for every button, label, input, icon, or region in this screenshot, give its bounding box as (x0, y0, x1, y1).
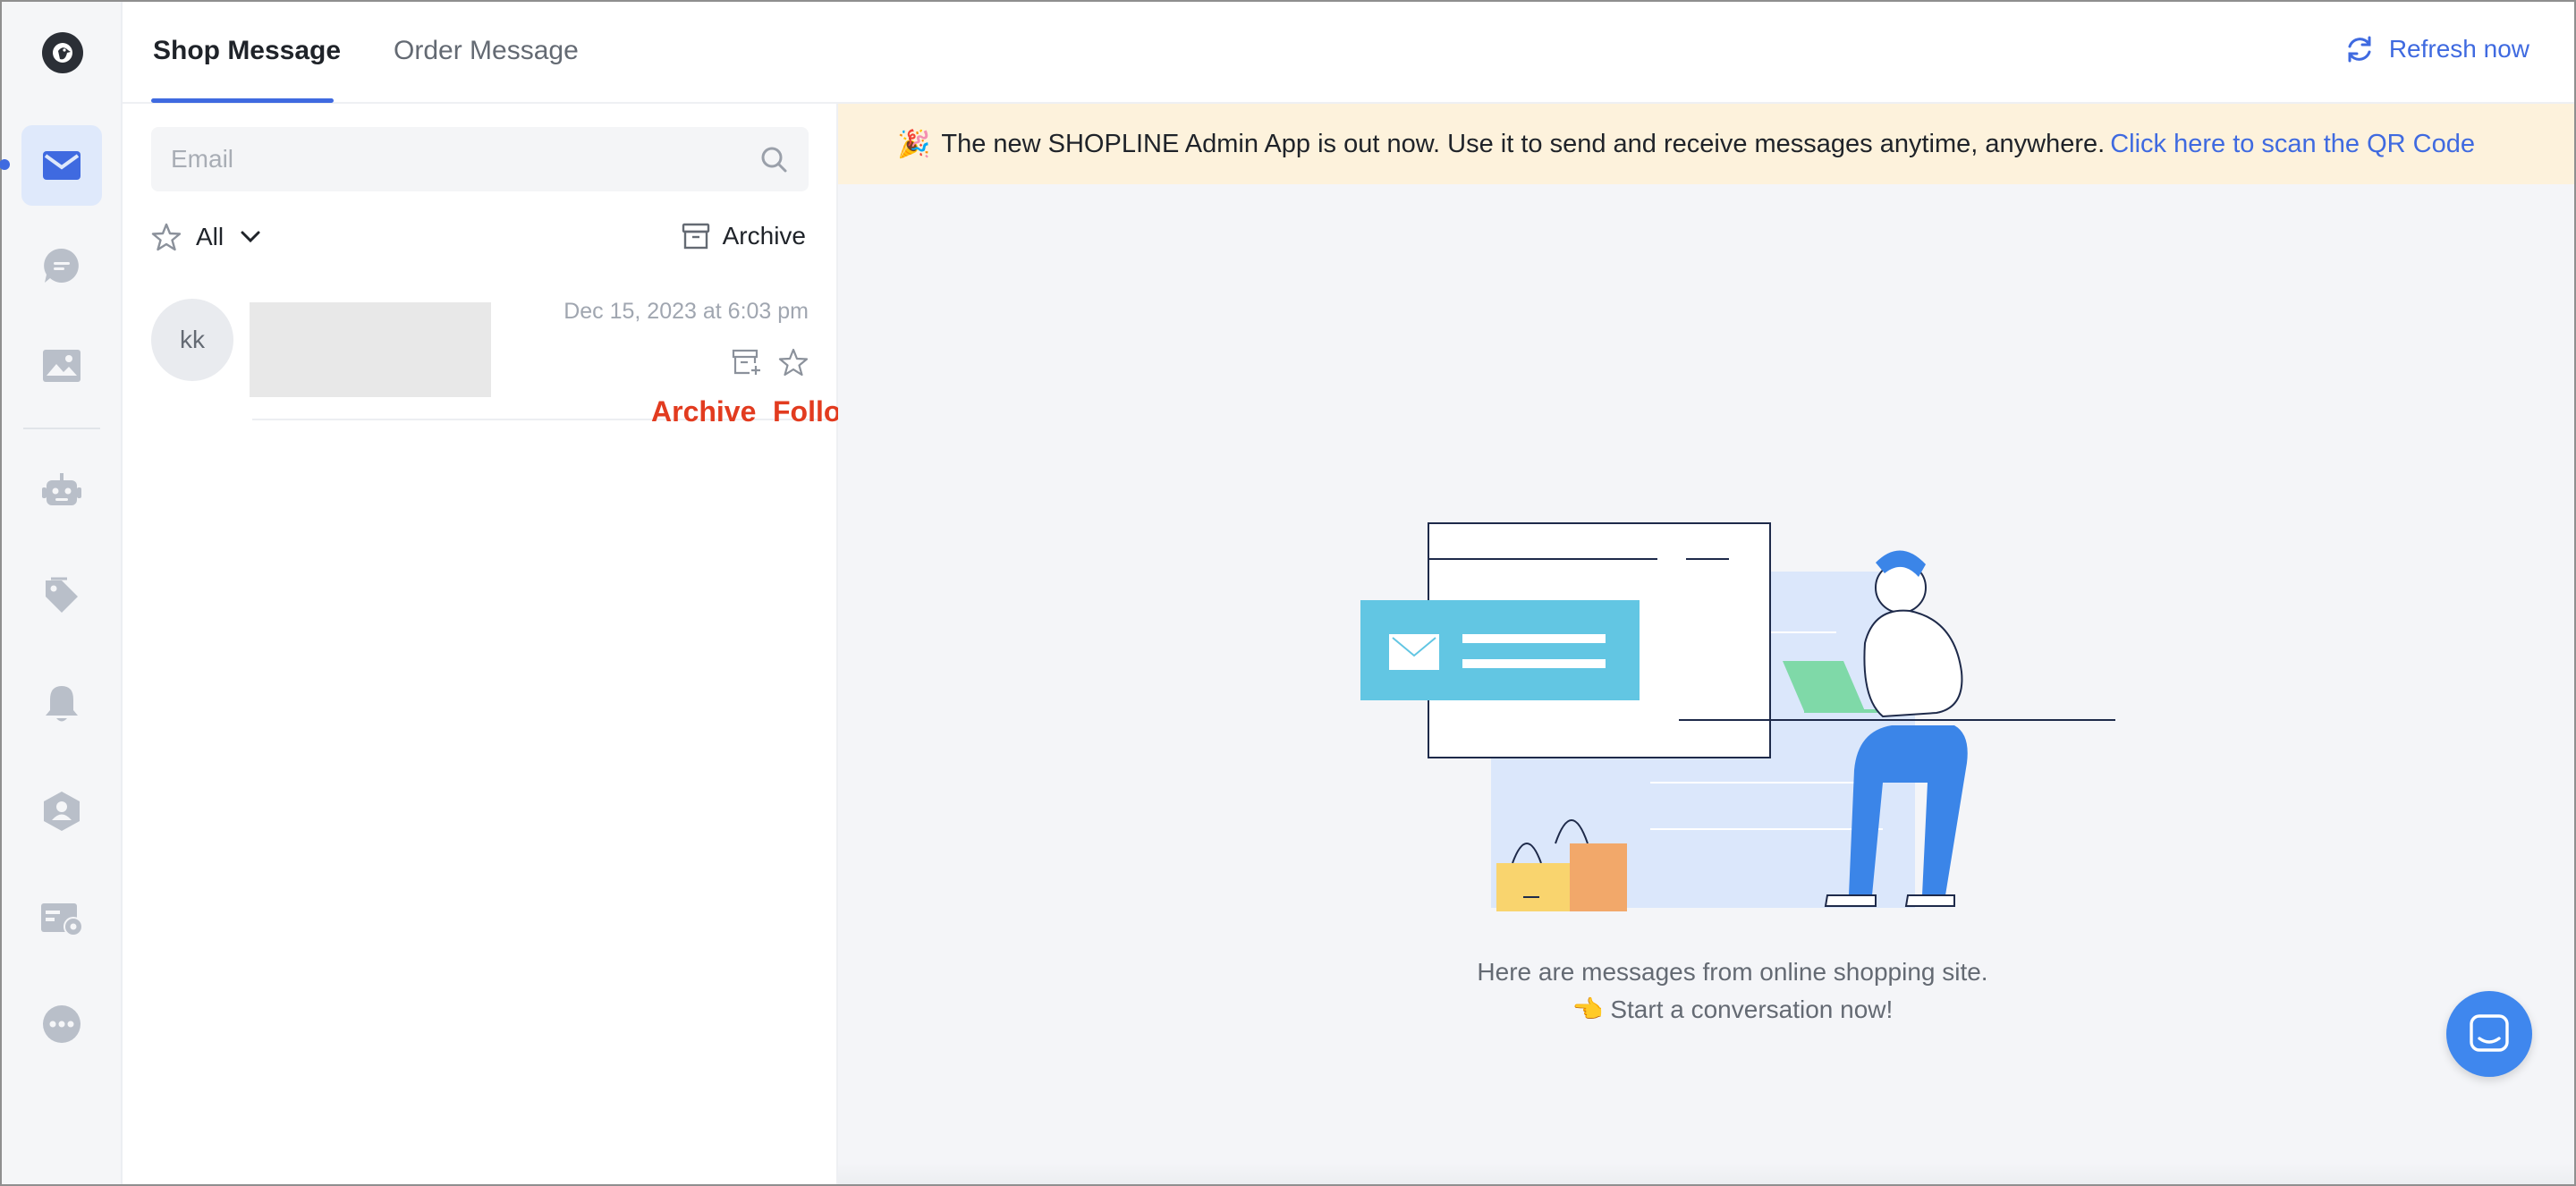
active-indicator-dot (0, 159, 10, 170)
sidebar-item-media[interactable] (21, 326, 102, 406)
robot-icon (42, 473, 81, 505)
sidebar-item-messages[interactable] (21, 125, 102, 206)
conversation-actions (716, 347, 809, 377)
active-tab-underline (151, 98, 334, 103)
search-input[interactable] (151, 127, 809, 191)
bottom-shade (838, 1163, 2574, 1184)
conversation-list-panel: All Archive kk Dec 15, 2023 at 6:03 pm (123, 104, 838, 1184)
avatar: kk (151, 299, 233, 381)
empty-state-line-2: Start a conversation now! (1610, 995, 1894, 1023)
rail-divider (23, 428, 100, 429)
app-promo-banner: 🎉 The new SHOPLINE Admin App is out now.… (838, 104, 2574, 184)
sidebar-item-more[interactable] (21, 984, 102, 1064)
empty-state-line-1: Here are messages from online shopping s… (1477, 958, 1988, 986)
star-outline-icon (778, 348, 809, 377)
tag-icon (46, 577, 78, 613)
sidebar-rail (0, 2, 123, 1184)
bird-logo-icon[interactable] (42, 32, 83, 73)
archive-label: Archive (722, 222, 806, 250)
archive-conversation-button[interactable] (732, 349, 762, 376)
empty-state-illustration (1360, 522, 2115, 911)
sidebar-item-tags[interactable] (21, 556, 102, 637)
pointing-hand-icon: 👈 (1572, 995, 1604, 1023)
sidebar-item-notifications[interactable] (21, 664, 102, 744)
chevron-down-icon (241, 231, 260, 243)
conversation-preview-redacted (250, 302, 491, 397)
filter-dropdown[interactable]: All (151, 222, 261, 252)
refresh-label: Refresh now (2388, 35, 2529, 63)
image-icon (43, 350, 80, 382)
qr-code-link[interactable]: Click here to scan the QR Code (2110, 130, 2475, 159)
mail-icon (43, 151, 80, 180)
sidebar-item-bot[interactable] (21, 449, 102, 529)
annotation-archive: Archive (651, 395, 757, 428)
more-dots-icon (43, 1005, 80, 1043)
refresh-icon (2348, 36, 2371, 63)
search-icon (761, 147, 787, 173)
top-header: Shop Message Order Message Refresh now (123, 2, 2574, 104)
sidebar-item-customers[interactable] (21, 771, 102, 851)
archive-list-button[interactable]: Archive (682, 222, 806, 250)
archive-add-icon (732, 349, 760, 375)
follow-up-button[interactable] (778, 347, 809, 377)
star-outline-icon (151, 223, 182, 251)
main-content: 🎉 The new SHOPLINE Admin App is out now.… (838, 104, 2574, 1184)
card-settings-icon (41, 903, 83, 936)
user-shield-icon (44, 792, 80, 831)
tab-shop-message[interactable]: Shop Message (153, 36, 341, 102)
live-chat-button[interactable] (2446, 991, 2532, 1077)
filter-label: All (196, 223, 225, 250)
bell-icon (46, 686, 78, 722)
party-popper-icon: 🎉 (897, 129, 931, 159)
tab-order-message[interactable]: Order Message (394, 36, 579, 102)
empty-state-message: Here are messages from online shopping s… (838, 953, 2576, 1029)
archive-box-icon (682, 223, 709, 250)
conversation-timestamp: Dec 15, 2023 at 6:03 pm (564, 299, 809, 324)
sidebar-item-chat[interactable] (21, 225, 102, 306)
chat-widget-icon (2470, 1014, 2509, 1052)
banner-text: The new SHOPLINE Admin App is out now. U… (941, 129, 2106, 158)
refresh-button[interactable]: Refresh now (2344, 34, 2529, 64)
chat-bubble-icon (44, 248, 79, 283)
sidebar-item-settings[interactable] (21, 878, 102, 959)
